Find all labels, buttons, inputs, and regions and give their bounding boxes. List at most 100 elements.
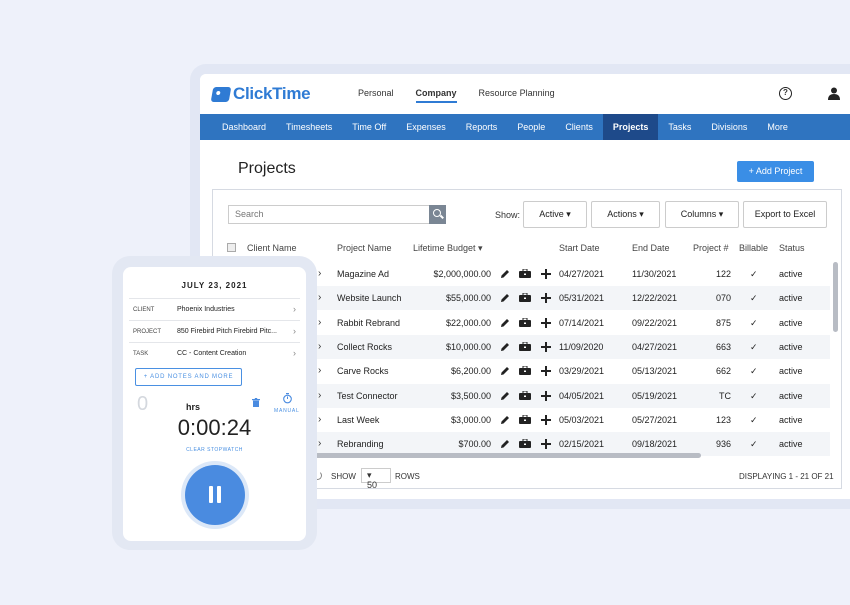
edit-pencil-icon[interactable] [500,318,510,328]
briefcase-icon[interactable] [519,390,531,400]
briefcase-icon[interactable] [519,438,531,449]
tab-personal[interactable]: Personal [358,88,394,103]
mobile-task-row[interactable]: TASK CC - Content Creation › [129,342,300,364]
end-date: 12/22/2021 [632,293,678,304]
col-lifetime-budget[interactable]: Lifetime Budget ▾ [413,243,483,254]
trash-icon[interactable] [252,398,260,407]
add-plus-icon[interactable] [541,390,551,401]
show-rows-label: SHOW [331,472,356,481]
nav-divisions[interactable]: Divisions [701,114,757,140]
briefcase-icon[interactable] [519,317,531,327]
nav-timesheets[interactable]: Timesheets [276,114,342,140]
expand-chevron-icon[interactable]: › [318,317,321,328]
nav-more[interactable]: More [757,114,798,140]
tab-resource-planning[interactable]: Resource Planning [479,88,555,103]
edit-pencil-icon[interactable] [500,415,510,425]
edit-pencil-icon[interactable] [500,439,510,449]
nav-expenses[interactable]: Expenses [396,114,456,140]
add-plus-icon[interactable] [541,317,551,328]
expand-chevron-icon[interactable]: › [318,365,321,376]
nav-dashboard[interactable]: Dashboard [212,114,276,140]
search-icon[interactable] [429,205,446,224]
add-plus-icon[interactable] [541,414,551,425]
rows-per-page-value: 50 [367,480,378,490]
horizontal-scrollbar[interactable] [313,453,701,458]
end-date: 04/27/2021 [632,341,678,352]
mobile-project-row[interactable]: PROJECT 850 Firebird Pitch Firebird Pitc… [129,320,300,342]
nav-clients[interactable]: Clients [555,114,603,140]
user-icon[interactable] [828,87,840,100]
edit-pencil-icon[interactable] [500,391,510,401]
select-all-checkbox[interactable] [227,243,236,252]
add-plus-icon[interactable] [541,439,551,450]
add-notes-button[interactable]: + ADD NOTES AND MORE [135,368,242,386]
actions-dropdown[interactable]: Actions ▾ [591,201,660,228]
manual-clock-icon[interactable] [283,393,292,404]
nav-projects[interactable]: Projects [602,114,659,140]
nav-reports[interactable]: Reports [456,114,508,140]
status-filter-dropdown[interactable]: Active ▾ [523,201,587,228]
briefcase-icon[interactable] [519,268,531,278]
mobile-client-row[interactable]: CLIENT Phoenix Industries › [129,298,300,320]
add-plus-icon[interactable] [541,293,551,304]
expand-chevron-icon[interactable]: › [318,414,321,425]
lifetime-budget: $3,500.00 [450,390,491,401]
start-date: 04/05/2021 [559,390,605,401]
col-billable[interactable]: Billable [739,243,768,253]
vertical-scrollbar[interactable] [833,262,838,332]
expand-chevron-icon[interactable]: › [318,341,321,352]
project-value: 850 Firebird Pitch Firebird Pitc... [177,328,277,335]
project-name[interactable]: Rebranding [337,439,384,449]
billable-check-icon: ✓ [750,390,758,401]
expand-chevron-icon[interactable]: › [318,292,321,303]
col-project-number[interactable]: Project # [693,243,729,253]
clicktime-logo-icon [210,86,232,102]
nav-tasks[interactable]: Tasks [658,114,701,140]
add-plus-icon[interactable] [541,366,551,377]
manual-label[interactable]: MANUAL [274,408,300,414]
nav-people[interactable]: People [507,114,555,140]
project-name[interactable]: Last Week [337,415,379,425]
col-end-date[interactable]: End Date [632,243,670,253]
add-project-button[interactable]: + Add Project [737,161,814,182]
tab-company[interactable]: Company [415,88,457,103]
project-name[interactable]: Collect Rocks [337,342,392,352]
briefcase-icon[interactable] [519,365,531,376]
project-name[interactable]: Magazine Ad [337,269,389,279]
col-client-name[interactable]: Client Name [247,243,297,253]
project-name[interactable]: Website Launch [337,293,401,303]
expand-chevron-icon[interactable]: › [318,438,321,449]
briefcase-icon[interactable] [519,414,531,424]
briefcase-icon[interactable] [519,292,531,303]
search-input[interactable]: Search [228,205,430,224]
columns-dropdown[interactable]: Columns ▾ [665,201,739,228]
edit-pencil-icon[interactable] [500,366,510,376]
project-name[interactable]: Test Connector [337,391,398,401]
edit-pencil-icon[interactable] [500,342,510,352]
col-start-date[interactable]: Start Date [559,243,600,253]
help-circle-icon[interactable]: ? [779,87,792,100]
pause-button[interactable] [185,465,245,525]
expand-chevron-icon[interactable]: › [318,390,321,401]
hours-input[interactable]: 0 [137,393,148,416]
clear-stopwatch-link[interactable]: CLEAR STOPWATCH [123,447,306,453]
edit-pencil-icon[interactable] [500,293,510,303]
briefcase-icon[interactable] [519,341,531,351]
col-project-name[interactable]: Project Name [337,243,392,253]
edit-pencil-icon[interactable] [500,269,510,279]
rows-per-page-select[interactable]: 50 ▾ [361,468,391,490]
logo[interactable]: ClickTime [210,84,311,104]
end-date: 05/27/2021 [632,414,678,425]
project-name[interactable]: Carve Rocks [337,366,389,376]
billable-check-icon: ✓ [750,293,758,304]
col-status[interactable]: Status [779,243,805,253]
lifetime-budget: $700.00 [458,439,491,450]
project-name[interactable]: Rabbit Rebrand [337,318,400,328]
export-excel-button[interactable]: Export to Excel [743,201,827,228]
end-date: 05/19/2021 [632,390,678,401]
add-plus-icon[interactable] [541,269,551,279]
status: active [779,390,803,401]
expand-chevron-icon[interactable]: › [318,268,321,279]
nav-time-off[interactable]: Time Off [342,114,396,140]
add-plus-icon[interactable] [541,341,551,352]
